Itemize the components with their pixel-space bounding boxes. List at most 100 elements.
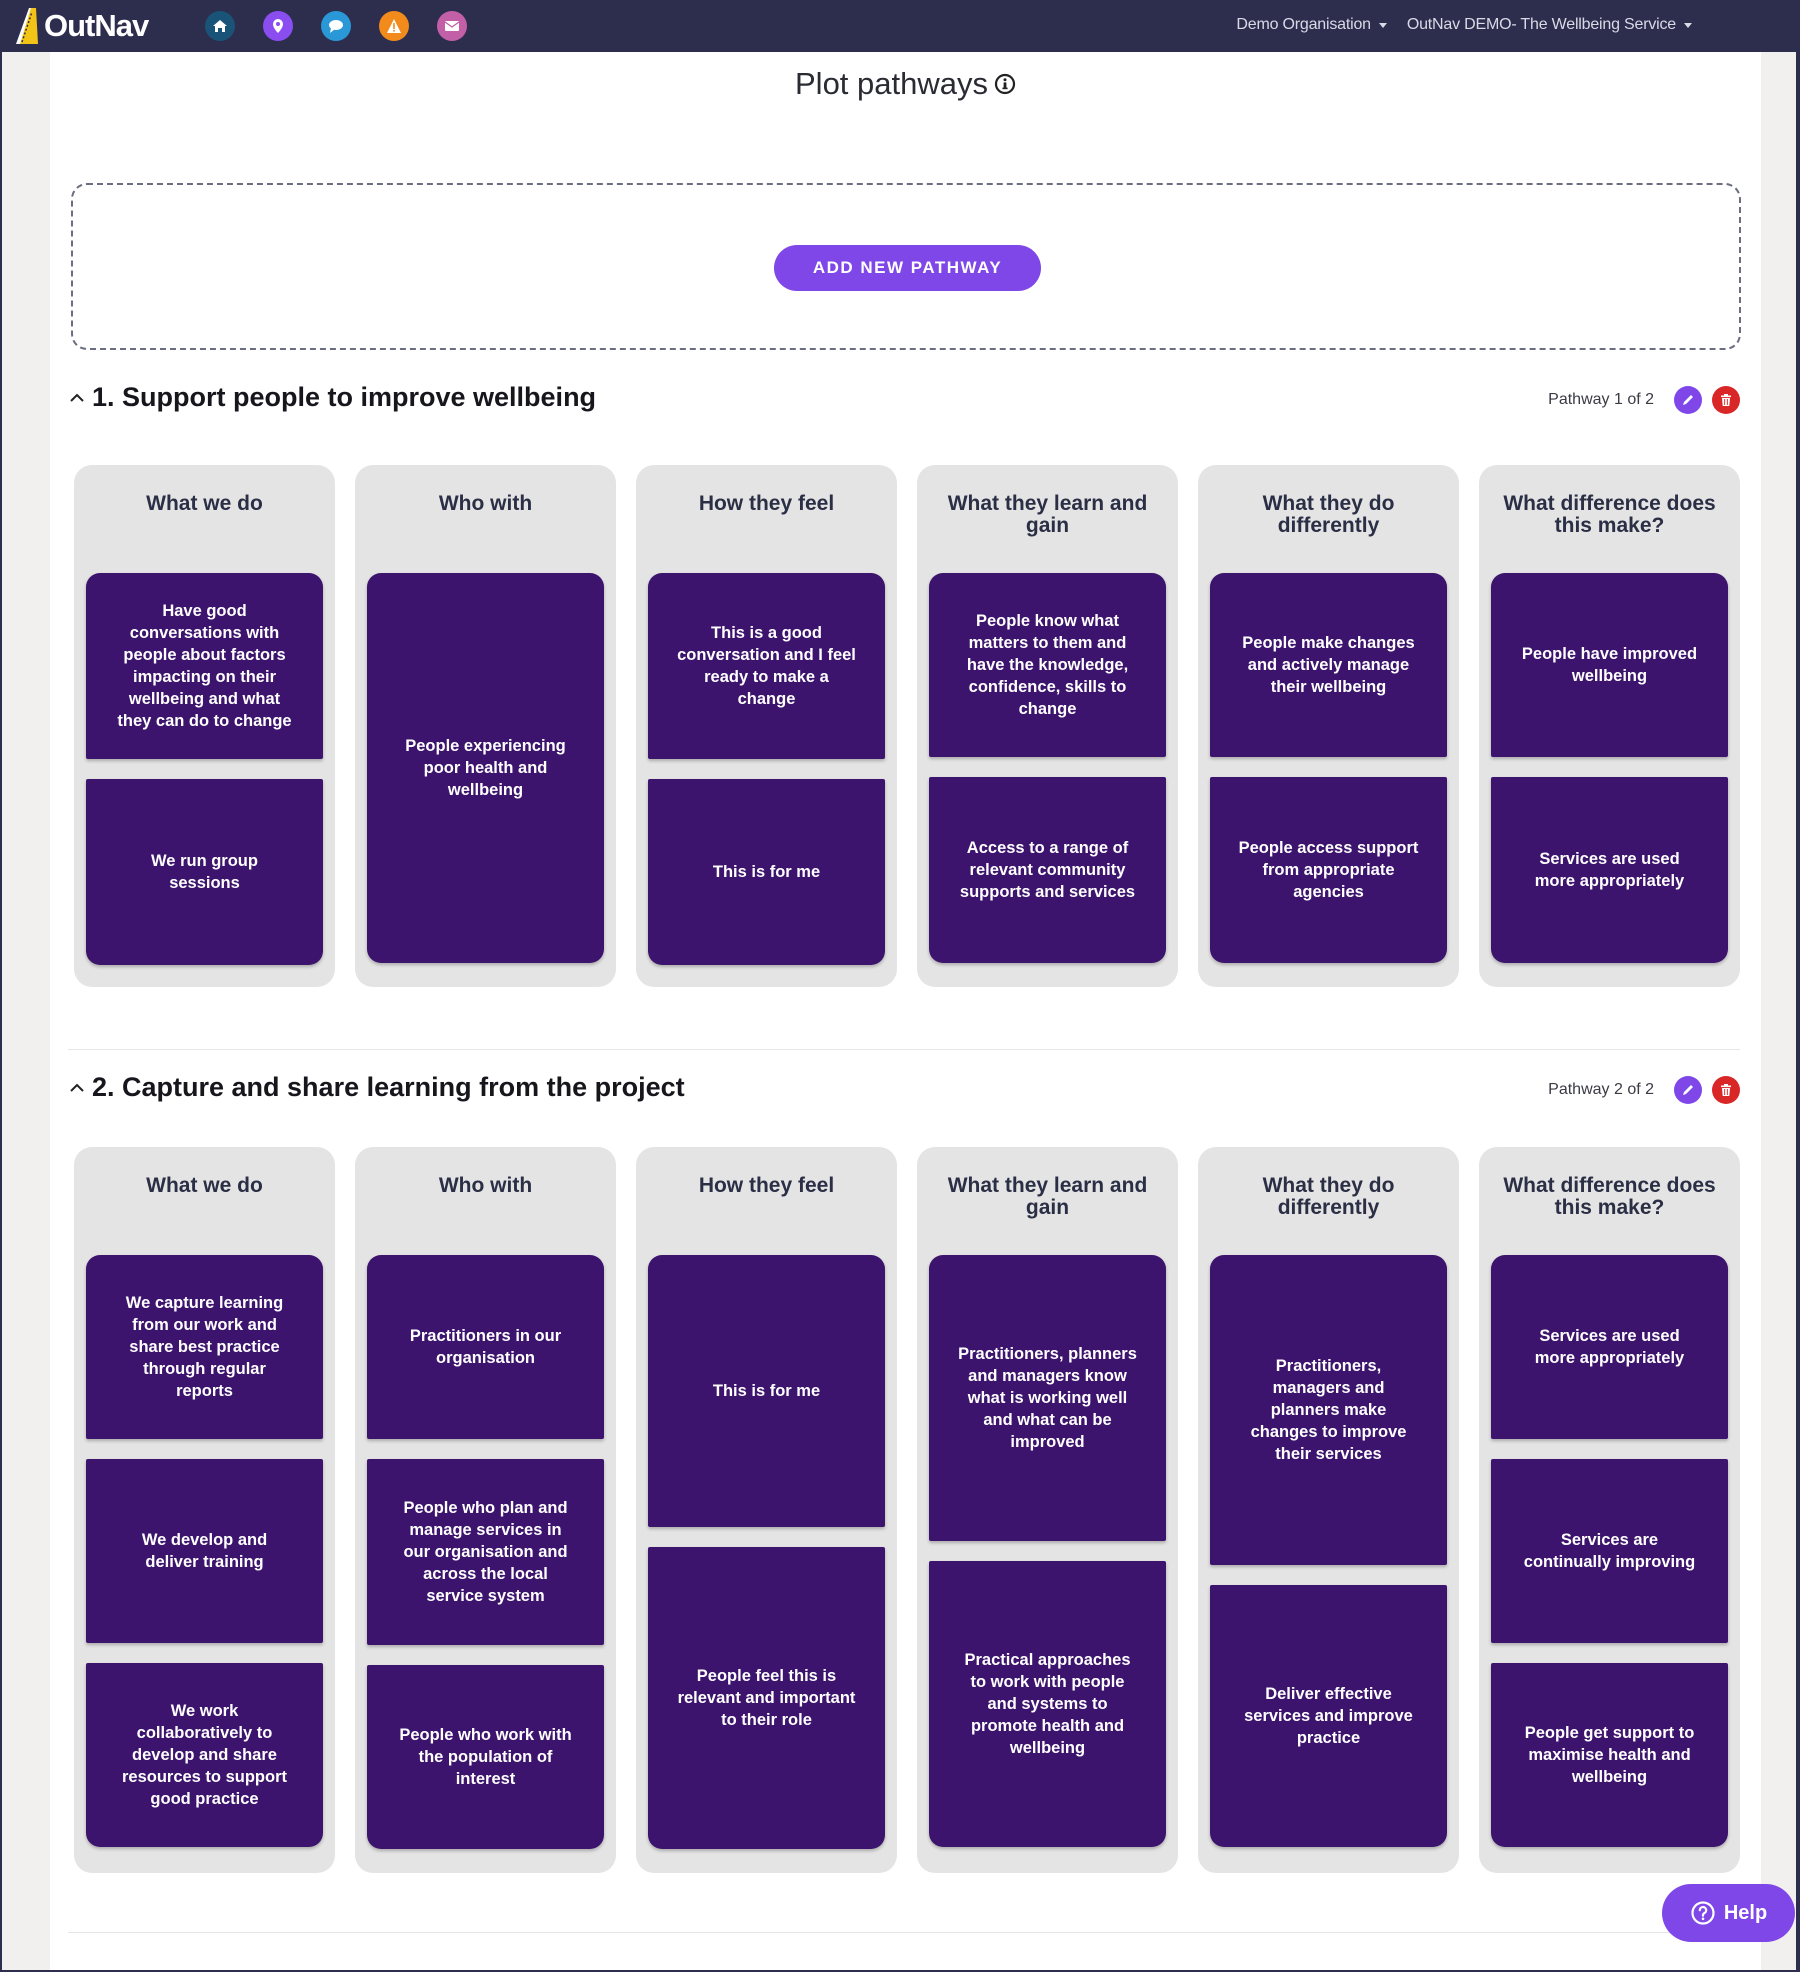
- nav-icon-group: [205, 11, 467, 41]
- card-list: Have good conversations with people abou…: [86, 573, 323, 967]
- question-circle-icon: [1691, 1901, 1715, 1925]
- column-header: What we do: [146, 492, 263, 515]
- warning-icon[interactable]: [379, 11, 409, 41]
- pathway-column: What they do differently People make chan…: [1198, 465, 1459, 987]
- outcome-card-text: People feel this is relevant and importa…: [677, 1667, 856, 1729]
- outcome-card[interactable]: This is a good conversation and I feel r…: [648, 573, 885, 759]
- outcome-card[interactable]: We run group sessions: [86, 779, 323, 965]
- outcome-card-text: We develop and deliver training: [141, 1531, 268, 1571]
- edit-pathway-button[interactable]: [1674, 386, 1702, 414]
- outcome-card[interactable]: Practical approaches to work with people…: [929, 1561, 1166, 1847]
- card-list: Practitioners, planners and managers kno…: [929, 1255, 1166, 1853]
- column-header: Who with: [438, 1174, 533, 1197]
- outcome-card[interactable]: People experiencing poor health and well…: [367, 573, 604, 963]
- outcome-card-text: People who plan and manage services in o…: [403, 1499, 568, 1605]
- page-title: Plot pathways: [50, 66, 1761, 102]
- home-icon[interactable]: [205, 11, 235, 41]
- logo-mark-icon: [14, 6, 42, 46]
- outcome-card[interactable]: Deliver effective services and improve p…: [1210, 1585, 1447, 1847]
- card-list: Practitioners, managers and planners mak…: [1210, 1255, 1447, 1853]
- pathway-title[interactable]: 1. Support people to improve wellbeing: [68, 382, 596, 413]
- help-button[interactable]: Help: [1662, 1884, 1795, 1942]
- outcome-card[interactable]: Services are continually improving: [1491, 1459, 1728, 1643]
- outcome-card[interactable]: People get support to maximise health an…: [1491, 1663, 1728, 1847]
- pathway-header: 1. Support people to improve wellbeing Pa…: [68, 382, 1740, 422]
- add-new-pathway-button[interactable]: ADD NEW PATHWAY: [774, 245, 1041, 291]
- pathway-title-text: 2. Capture and share learning from the p…: [92, 1072, 685, 1102]
- card-list: Practitioners in our organisation People …: [367, 1255, 604, 1853]
- edit-pathway-button[interactable]: [1674, 1076, 1702, 1104]
- pathway-column: Who with People experiencing poor health …: [355, 465, 616, 987]
- outcome-card[interactable]: People make changes and actively manage …: [1210, 573, 1447, 757]
- info-icon[interactable]: [994, 73, 1016, 95]
- outcome-card-text: This is for me: [712, 1382, 821, 1400]
- pathway-column: Who with Practitioners in our organisatio…: [355, 1147, 616, 1873]
- page-title-text: Plot pathways: [795, 66, 988, 101]
- column-header: What they learn and gain: [947, 492, 1148, 537]
- mail-icon[interactable]: [437, 11, 467, 41]
- outcome-card[interactable]: Access to a range of relevant community …: [929, 777, 1166, 963]
- pathway-meta: Pathway 2 of 2: [1548, 1076, 1740, 1104]
- outcome-card[interactable]: Practitioners, managers and planners mak…: [1210, 1255, 1447, 1565]
- map-pin-icon[interactable]: [263, 11, 293, 41]
- pathway-column: What they learn and gain People know what…: [917, 465, 1178, 987]
- chevron-up-icon[interactable]: [68, 389, 86, 407]
- organisation-dropdown[interactable]: Demo Organisation: [1236, 16, 1387, 34]
- outcome-card-text: People who work with the population of i…: [399, 1726, 572, 1788]
- outcome-card-text: People access support from appropriate a…: [1238, 839, 1419, 901]
- outcome-card[interactable]: People access support from appropriate a…: [1210, 777, 1447, 963]
- chat-icon[interactable]: [321, 11, 351, 41]
- delete-pathway-button[interactable]: [1712, 1076, 1740, 1104]
- outcome-card-text: Services are used more appropriately: [1534, 1327, 1685, 1367]
- outcome-card[interactable]: Have good conversations with people abou…: [86, 573, 323, 759]
- project-dropdown-label: OutNav DEMO- The Wellbeing Service: [1406, 16, 1676, 33]
- trash-icon: [1721, 1084, 1731, 1096]
- pathway-column: What they learn and gain Practitioners, p…: [917, 1147, 1178, 1873]
- pathway-columns: What we do Have good conversations with p…: [74, 465, 1740, 987]
- outcome-card[interactable]: Services are used more appropriately: [1491, 777, 1728, 963]
- column-header: What they learn and gain: [947, 1174, 1148, 1219]
- outcome-card[interactable]: We capture learning from our work and sh…: [86, 1255, 323, 1439]
- outcome-card-text: People get support to maximise health an…: [1524, 1724, 1695, 1786]
- outcome-card[interactable]: People who work with the population of i…: [367, 1665, 604, 1849]
- card-list: People know what matters to them and hav…: [929, 573, 1166, 967]
- outcome-card-text: We work collaboratively to develop and s…: [121, 1702, 288, 1808]
- outcome-card-text: This is for me: [712, 863, 821, 881]
- outcome-card[interactable]: People have improved wellbeing: [1491, 573, 1728, 757]
- outcome-card-text: Practitioners, managers and planners mak…: [1250, 1357, 1407, 1463]
- outcome-card[interactable]: Practitioners, planners and managers kno…: [929, 1255, 1166, 1541]
- chevron-up-icon[interactable]: [68, 1079, 86, 1097]
- outcome-card[interactable]: We work collaboratively to develop and s…: [86, 1663, 323, 1847]
- section-divider: [68, 1049, 1740, 1050]
- outcome-card[interactable]: People feel this is relevant and importa…: [648, 1547, 885, 1849]
- outnav-logo[interactable]: OutNav: [14, 6, 149, 46]
- pathway-count: Pathway 2 of 2: [1548, 1081, 1654, 1098]
- pathway-columns: What we do We capture learning from our w…: [74, 1147, 1740, 1873]
- card-list: People have improved wellbeing Services a…: [1491, 573, 1728, 967]
- column-header: What difference does this make?: [1503, 492, 1716, 537]
- card-list: This is a good conversation and I feel r…: [648, 573, 885, 967]
- outcome-card-text: Services are continually improving: [1523, 1531, 1696, 1571]
- outcome-card[interactable]: People know what matters to them and hav…: [929, 573, 1166, 757]
- outcome-card[interactable]: This is for me: [648, 1255, 885, 1527]
- column-header: What they do differently: [1262, 492, 1395, 537]
- outcome-card[interactable]: Practitioners in our organisation: [367, 1255, 604, 1439]
- outcome-card-text: Practitioners in our organisation: [409, 1327, 562, 1367]
- outcome-card-text: People know what matters to them and hav…: [966, 612, 1129, 718]
- column-header: What we do: [146, 1174, 263, 1197]
- outcome-card[interactable]: We develop and deliver training: [86, 1459, 323, 1643]
- section-divider: [68, 1932, 1740, 1933]
- outcome-card[interactable]: People who plan and manage services in o…: [367, 1459, 604, 1645]
- pathway-column: What we do Have good conversations with p…: [74, 465, 335, 987]
- outcome-card[interactable]: This is for me: [648, 779, 885, 965]
- column-header: What they do differently: [1262, 1174, 1395, 1219]
- delete-pathway-button[interactable]: [1712, 386, 1740, 414]
- outcome-card[interactable]: Services are used more appropriately: [1491, 1255, 1728, 1439]
- caret-down-icon: [1684, 22, 1692, 28]
- project-dropdown[interactable]: OutNav DEMO- The Wellbeing Service: [1407, 16, 1692, 34]
- trash-icon: [1721, 394, 1731, 406]
- column-header: How they feel: [698, 492, 835, 515]
- pathway-column: What they do differently Practitioners, m…: [1198, 1147, 1459, 1873]
- pathway-title[interactable]: 2. Capture and share learning from the p…: [68, 1072, 685, 1103]
- main-content: Plot pathways ADD NEW PATHWAY 1. Support…: [50, 52, 1795, 1970]
